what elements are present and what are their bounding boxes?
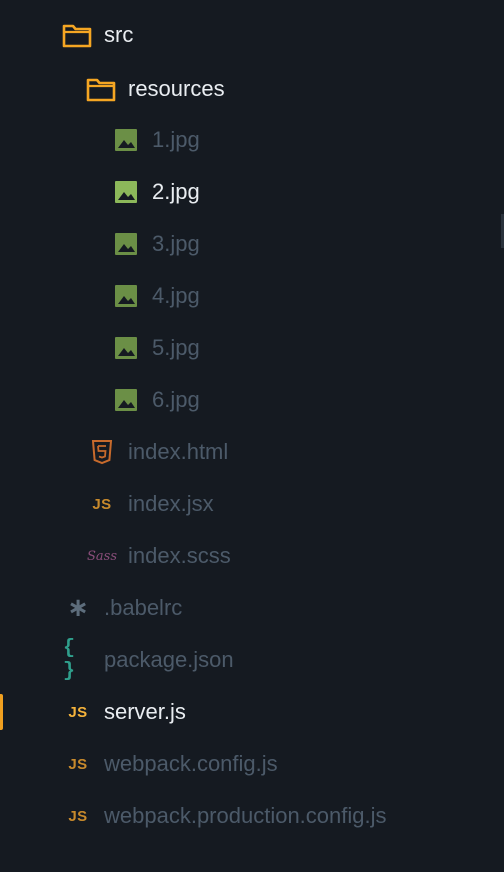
tree-item-label: 3.jpg: [152, 231, 200, 256]
tree-item-webpack-config-js[interactable]: JS webpack.config.js: [0, 738, 504, 790]
tree-item-label: .babelrc: [104, 595, 183, 620]
tree-item-label: 6.jpg: [152, 387, 200, 412]
json-braces-icon: { }: [63, 637, 93, 683]
tree-item-package-json[interactable]: { } package.json: [0, 634, 504, 686]
tree-item-6-jpg[interactable]: 6.jpg: [0, 374, 504, 426]
js-icon: JS: [63, 749, 93, 779]
tree-item-2-jpg[interactable]: 2.jpg: [0, 166, 504, 218]
tree-item-label: src: [104, 22, 134, 47]
js-icon-glyph: JS: [92, 495, 112, 513]
file-tree: src resources 1.jpg 2.jpg 3.jpg 4.jpg 5.…: [0, 0, 504, 872]
tree-item-label: package.json: [104, 647, 234, 672]
tree-item-index-jsx[interactable]: JS index.jsx: [0, 478, 504, 530]
folder-icon: [86, 74, 116, 104]
js-icon: JS: [87, 489, 117, 519]
asterisk-icon: ∗: [63, 593, 93, 623]
tree-item-babelrc[interactable]: ∗ .babelrc: [0, 582, 504, 634]
json-braces-icon-glyph: { }: [63, 637, 75, 683]
tree-item-label: index.html: [128, 439, 229, 464]
js-icon-glyph: JS: [68, 807, 88, 825]
js-icon: JS: [63, 801, 93, 831]
js-icon-glyph: JS: [68, 703, 88, 721]
tree-item-5-jpg[interactable]: 5.jpg: [0, 322, 504, 374]
tree-item-label: webpack.production.config.js: [104, 803, 387, 828]
sass-icon: Sass: [86, 541, 118, 571]
tree-item-label: index.jsx: [128, 491, 214, 516]
image-icon: [111, 281, 141, 311]
tree-item-label: resources: [128, 76, 225, 101]
tree-item-index-html[interactable]: index.html: [0, 426, 504, 478]
tree-item-webpack-production-config-js[interactable]: JS webpack.production.config.js: [0, 790, 504, 842]
tree-item-label: webpack.config.js: [104, 751, 278, 776]
image-icon: [111, 125, 141, 155]
image-icon: [111, 177, 141, 207]
tree-item-label: 4.jpg: [152, 283, 200, 308]
image-icon: [111, 229, 141, 259]
tree-item-label: 5.jpg: [152, 335, 200, 360]
tree-item-3-jpg[interactable]: 3.jpg: [0, 218, 504, 270]
tree-item-1-jpg[interactable]: 1.jpg: [0, 114, 504, 166]
image-icon: [111, 333, 141, 363]
tree-item-index-scss[interactable]: Sass index.scss: [0, 530, 504, 582]
html5-icon: [87, 437, 117, 467]
js-icon: JS: [63, 697, 93, 727]
tree-item-4-jpg[interactable]: 4.jpg: [0, 270, 504, 322]
tree-item-label: server.js: [104, 699, 186, 724]
tree-item-label: index.scss: [128, 543, 231, 568]
tree-item-label: 2.jpg: [152, 179, 200, 204]
selection-marker: [0, 694, 3, 730]
tree-item-resources[interactable]: resources: [0, 63, 504, 115]
tree-item-src[interactable]: src: [0, 9, 504, 61]
image-icon: [111, 385, 141, 415]
sass-icon-glyph: Sass: [87, 548, 117, 564]
folder-icon: [62, 20, 92, 50]
js-icon-glyph: JS: [68, 755, 88, 773]
tree-item-label: 1.jpg: [152, 127, 200, 152]
asterisk-icon-glyph: ∗: [67, 593, 89, 623]
tree-item-server-js[interactable]: JS server.js: [0, 686, 504, 738]
